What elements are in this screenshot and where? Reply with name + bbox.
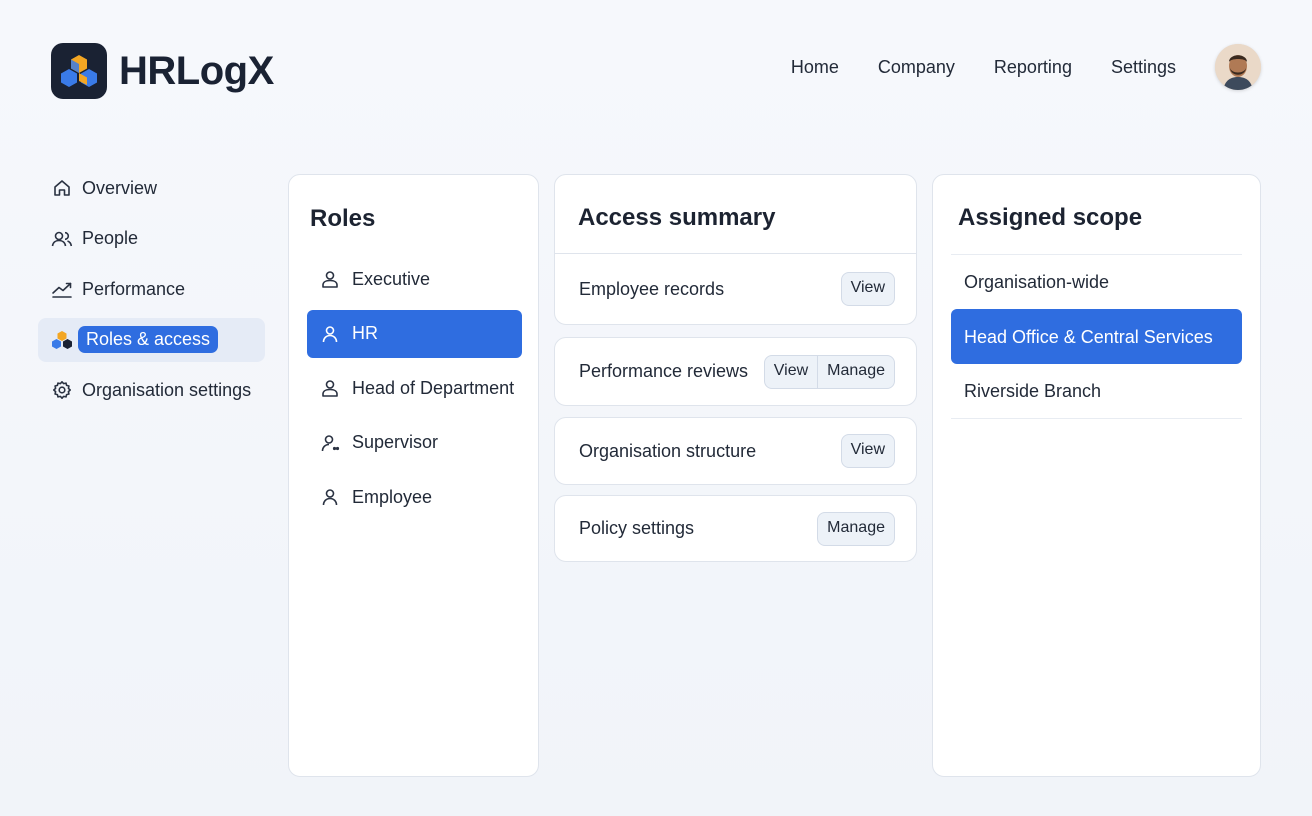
sidebar-item-people[interactable]: People	[38, 217, 265, 261]
view-button[interactable]: View	[842, 273, 894, 305]
scope-item-riverside-branch[interactable]: Riverside Branch	[951, 364, 1242, 419]
sidebar-item-label: Performance	[82, 278, 186, 299]
trend-icon	[51, 278, 73, 300]
view-button[interactable]: View	[765, 356, 817, 388]
sidebar: Overview People Performance Roles & acce…	[38, 166, 265, 419]
roles-panel: Roles Executive HR Head of Department Su…	[288, 174, 539, 777]
roles-list: Executive HR Head of Department Supervis…	[307, 255, 522, 528]
roles-title: Roles	[310, 205, 376, 232]
people-icon	[51, 228, 73, 250]
view-button[interactable]: View	[842, 435, 894, 467]
nav-reporting[interactable]: Reporting	[994, 54, 1072, 80]
role-label: Supervisor	[352, 432, 439, 452]
home-icon	[51, 177, 73, 199]
scope-label: Head Office & Central Services	[964, 326, 1213, 347]
user-icon	[319, 377, 341, 399]
user-avatar[interactable]	[1215, 44, 1261, 90]
scope-item-organisation-wide[interactable]: Organisation-wide	[951, 254, 1242, 309]
gear-icon	[51, 379, 73, 401]
assigned-scope-panel: Assigned scope Organisation-wide Head Of…	[932, 174, 1261, 777]
scope-list: Organisation-wide Head Office & Central …	[951, 254, 1242, 419]
scope-label: Riverside Branch	[964, 381, 1102, 401]
sidebar-item-label: Overview	[82, 177, 158, 198]
app-logo[interactable]: HRLogX	[51, 43, 274, 99]
role-label: HR	[352, 323, 378, 343]
user-icon	[319, 486, 341, 508]
top-nav: Home Company Reporting Settings	[791, 54, 1176, 80]
user-icon	[319, 268, 341, 290]
sidebar-item-label: Roles & access	[78, 326, 219, 353]
access-row-label: Policy settings	[579, 518, 695, 538]
role-item-hr[interactable]: HR	[307, 309, 522, 358]
sidebar-item-roles-access[interactable]: Roles & access	[38, 317, 265, 362]
manage-button[interactable]: Manage	[818, 513, 894, 545]
access-row-label: Organisation structure	[579, 440, 757, 461]
access-button-group: Manage	[817, 511, 895, 546]
access-row-performance-reviews: Performance reviews View Manage	[554, 337, 917, 406]
scope-label: Organisation-wide	[964, 271, 1110, 292]
role-item-head-of-department[interactable]: Head of Department	[307, 364, 522, 412]
top-header: HRLogX Home Company Reporting Settings	[0, 0, 1312, 140]
assigned-scope-title: Assigned scope	[958, 204, 1143, 231]
role-label: Head of Department	[352, 377, 515, 398]
app-name: HRLogX	[119, 48, 274, 93]
logo-hex-icon	[51, 329, 73, 351]
manage-button[interactable]: Manage	[817, 355, 894, 388]
role-item-employee[interactable]: Employee	[307, 473, 522, 521]
access-button-group: View	[840, 272, 895, 306]
access-button-group: View	[840, 434, 895, 468]
role-label: Employee	[352, 486, 433, 507]
access-summary-header: Access summary	[554, 174, 917, 254]
role-item-supervisor[interactable]: Supervisor	[307, 419, 522, 467]
nav-company[interactable]: Company	[878, 54, 955, 80]
role-label: Executive	[352, 268, 431, 289]
access-row-label: Performance reviews	[579, 361, 749, 381]
sidebar-item-performance[interactable]: Performance	[38, 267, 265, 311]
scope-item-head-office[interactable]: Head Office & Central Services	[951, 309, 1242, 364]
access-row-policy-settings: Policy settings Manage	[554, 495, 917, 562]
sidebar-item-label: People	[82, 228, 139, 248]
access-row-label: Employee records	[579, 278, 725, 299]
sidebar-item-label: Organisation settings	[82, 379, 252, 400]
access-button-group: View Manage	[763, 354, 895, 389]
access-row-organisation-structure: Organisation structure View	[554, 417, 917, 485]
role-item-executive[interactable]: Executive	[307, 255, 522, 303]
nav-settings[interactable]: Settings	[1111, 54, 1176, 80]
access-row-employee-records: Employee records View	[554, 253, 917, 325]
logo-hex-icon	[51, 43, 107, 99]
sidebar-item-overview[interactable]: Overview	[38, 166, 265, 210]
access-summary-title: Access summary	[578, 204, 776, 231]
user-icon	[319, 323, 341, 345]
nav-home[interactable]: Home	[791, 54, 839, 80]
supervisor-icon	[319, 432, 341, 454]
sidebar-item-organisation-settings[interactable]: Organisation settings	[38, 368, 265, 412]
app-page: HRLogX Home Company Reporting Settings O…	[0, 0, 1312, 816]
